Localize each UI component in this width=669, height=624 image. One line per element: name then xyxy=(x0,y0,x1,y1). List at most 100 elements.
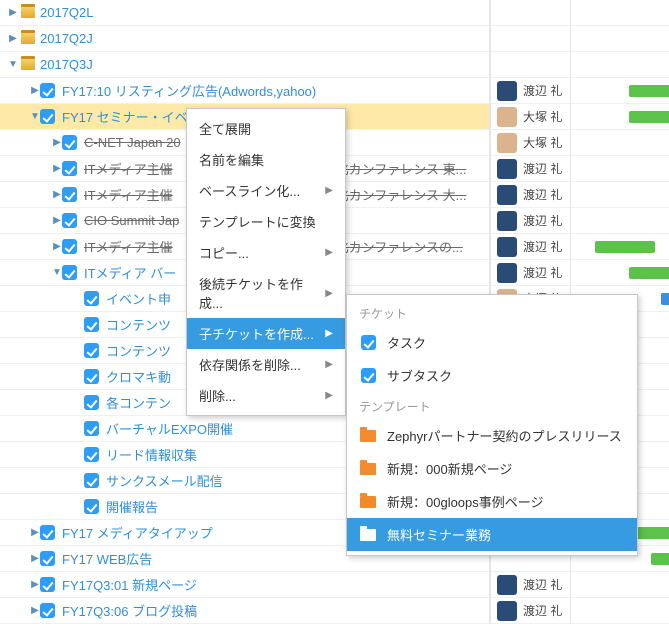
tree-label[interactable]: サンクスメール配信 xyxy=(106,471,223,490)
assignee-cell: 渡辺 礼 xyxy=(490,234,570,260)
assignee-cell: 渡辺 礼 xyxy=(490,208,570,234)
gantt-bar[interactable] xyxy=(629,85,669,97)
tree-row[interactable]: ▶FY17Q3:06 ブログ投稿 xyxy=(0,598,489,624)
tree-label[interactable]: ITメディア バー xyxy=(84,263,176,282)
folder-icon xyxy=(359,527,377,543)
tree-label[interactable]: 各コンテン xyxy=(106,393,171,412)
avatar xyxy=(497,237,517,257)
tree-label[interactable]: クロマキ動 xyxy=(106,367,171,386)
chevron-right-icon[interactable]: ▶ xyxy=(6,7,20,18)
checkbox-icon xyxy=(86,473,102,489)
assignee-cell: 大塚 礼 xyxy=(490,130,570,156)
avatar xyxy=(497,133,517,153)
chevron-right-icon: ▶ xyxy=(325,185,333,196)
checkbox-icon xyxy=(64,265,80,281)
gantt-bar[interactable] xyxy=(651,553,669,565)
avatar xyxy=(497,575,517,595)
tree-label[interactable]: バーチャルEXPO開催 xyxy=(106,419,233,438)
assignee-name: 渡辺 礼 xyxy=(523,160,562,177)
assignee-cell xyxy=(490,0,570,26)
menu-item[interactable]: 全て展開 xyxy=(187,113,345,144)
tree-label[interactable]: イベント申 xyxy=(106,289,171,308)
assignee-name: 渡辺 礼 xyxy=(523,82,562,99)
avatar xyxy=(497,601,517,621)
package-icon xyxy=(20,31,36,47)
menu-item-label: 子チケットを作成... xyxy=(199,324,314,343)
gantt-cell xyxy=(570,78,669,104)
assignee-cell: 渡辺 礼 xyxy=(490,598,570,624)
tree-label[interactable]: FY17 WEB広告 xyxy=(62,549,152,568)
checkbox-icon xyxy=(86,369,102,385)
tree-label[interactable]: ITメディア主催 xyxy=(84,185,173,204)
checkbox-icon xyxy=(64,135,80,151)
tree-label[interactable]: 2017Q2L xyxy=(40,5,94,20)
tree-label[interactable]: C-NET Japan 20 xyxy=(84,135,181,150)
checkbox-icon xyxy=(359,335,377,351)
gantt-bar[interactable] xyxy=(629,111,669,123)
gantt-cell xyxy=(570,572,669,598)
submenu-item-label: Zephyrパートナー契約のプレスリリース xyxy=(387,426,622,445)
menu-item[interactable]: 子チケットを作成... ▶ xyxy=(187,318,345,349)
tree-label[interactable]: ITメディア主催 xyxy=(84,159,173,178)
checkbox-icon xyxy=(42,551,58,567)
gantt-cell xyxy=(570,598,669,624)
gantt-bar[interactable] xyxy=(629,267,669,279)
checkbox-icon xyxy=(86,343,102,359)
tree-label[interactable]: CIO Summit Jap xyxy=(84,213,179,228)
tree-label[interactable]: コンテンツ xyxy=(106,315,171,334)
chevron-right-icon: ▶ xyxy=(325,328,333,339)
assignee-cell: 渡辺 礼 xyxy=(490,572,570,598)
submenu-header: チケット xyxy=(347,299,637,326)
menu-item[interactable]: コピー...▶ xyxy=(187,237,345,268)
menu-item[interactable]: 削除...▶ xyxy=(187,380,345,411)
tree-label[interactable]: FY17:10 リスティング広告(Adwords,yahoo) xyxy=(62,81,316,100)
submenu-item[interactable]: 新規：000新規ページ xyxy=(347,452,637,485)
menu-item[interactable]: 後続チケットを作成...▶ xyxy=(187,268,345,318)
menu-item[interactable]: テンプレートに変換 xyxy=(187,206,345,237)
tree-label[interactable]: FY17 メディアタイアップ xyxy=(62,523,213,542)
menu-item-label: 依存関係を削除... xyxy=(199,355,301,374)
menu-item[interactable]: 依存関係を削除... ▶ xyxy=(187,349,345,380)
menu-item[interactable]: ベースライン化...▶ xyxy=(187,175,345,206)
assignee-name: 渡辺 礼 xyxy=(523,602,562,619)
checkbox-icon xyxy=(86,395,102,411)
chevron-down-icon[interactable]: ▼ xyxy=(6,59,20,70)
tree-row[interactable]: ▶ 2017Q2L xyxy=(0,0,489,26)
tree-label[interactable]: リード情報収集 xyxy=(106,445,197,464)
tree-row[interactable]: ▶ 2017Q2J xyxy=(0,26,489,52)
assignee-cell: 渡辺 礼 xyxy=(490,156,570,182)
tree-label[interactable]: FY17Q3:06 ブログ投稿 xyxy=(62,601,197,620)
tree-label[interactable]: 開催報告 xyxy=(106,497,158,516)
assignee-name: 渡辺 礼 xyxy=(523,212,562,229)
submenu-item-label: サブタスク xyxy=(387,366,452,385)
tree-label[interactable]: 2017Q3J xyxy=(40,57,93,72)
package-icon xyxy=(20,57,36,73)
chevron-right-icon: ▶ xyxy=(325,390,333,401)
avatar xyxy=(497,185,517,205)
chevron-right-icon: ▶ xyxy=(325,359,333,370)
assignee-name: 大塚 礼 xyxy=(523,108,562,125)
context-submenu: チケットタスクサブタスクテンプレートZephyrパートナー契約のプレスリリース新… xyxy=(346,294,638,556)
assignee-name: 渡辺 礼 xyxy=(523,264,562,281)
tree-label[interactable]: 2017Q2J xyxy=(40,31,93,46)
submenu-item[interactable]: 新規：00gloops事例ページ xyxy=(347,485,637,518)
gantt-bar[interactable] xyxy=(661,293,669,305)
tree-label[interactable]: コンテンツ xyxy=(106,341,171,360)
tree-row[interactable]: ▼ 2017Q3J xyxy=(0,52,489,78)
tree-label[interactable]: ITメディア主催 xyxy=(84,237,173,256)
submenu-item[interactable]: サブタスク xyxy=(347,359,637,392)
folder-icon xyxy=(359,461,377,477)
tree-row[interactable]: ▶FY17Q3:01 新規ページ xyxy=(0,572,489,598)
gantt-bar[interactable] xyxy=(595,241,655,253)
tree-row[interactable]: ▶FY17:10 リスティング広告(Adwords,yahoo) xyxy=(0,78,489,104)
menu-item-label: 全て展開 xyxy=(199,119,251,138)
submenu-item[interactable]: Zephyrパートナー契約のプレスリリース xyxy=(347,419,637,452)
assignee-cell: 渡辺 礼 xyxy=(490,78,570,104)
checkbox-icon xyxy=(42,109,58,125)
submenu-item[interactable]: タスク xyxy=(347,326,637,359)
tree-label[interactable]: FY17Q3:01 新規ページ xyxy=(62,575,197,594)
menu-item[interactable]: 名前を編集 xyxy=(187,144,345,175)
chevron-right-icon[interactable]: ▶ xyxy=(6,33,20,44)
submenu-item[interactable]: 無料セミナー業務 xyxy=(347,518,637,551)
menu-item-label: テンプレートに変換 xyxy=(199,212,316,231)
